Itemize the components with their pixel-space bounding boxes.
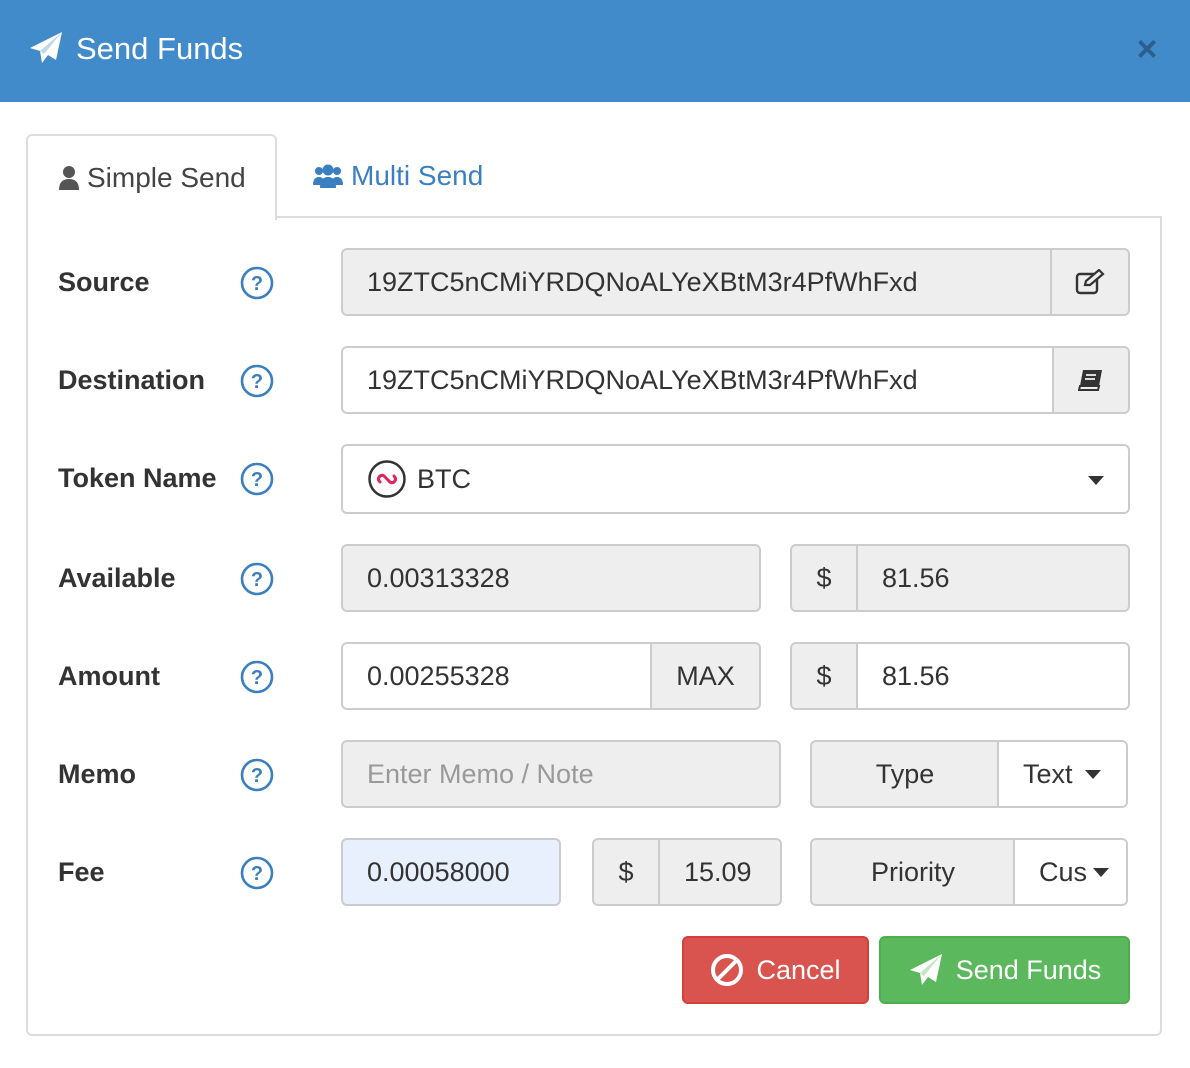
destination-address-input[interactable]: 19ZTC5nCMiYRDQNoALYeXBtM3r4PfWhFxd [341,346,1055,414]
user-icon [59,166,79,190]
svg-text:?: ? [251,371,263,393]
svg-text:?: ? [251,863,263,885]
fee-priority-addon: Priority [810,838,1016,906]
available-balance-value: 0.00313328 [367,562,510,593]
token-value: BTC [417,463,471,494]
cancel-label: Cancel [756,954,841,985]
fee-value: 0.00058000 [367,856,510,887]
destination-address-value: 19ZTC5nCMiYRDQNoALYeXBtM3r4PfWhFxd [367,364,918,395]
send-funds-button[interactable]: Send Funds [879,936,1130,1004]
fee-usd-value: 15.09 [684,856,752,887]
memo-type-addon: Type [810,740,1000,808]
token-select[interactable]: BTC [341,444,1130,514]
fee-usd-field: 15.09 [658,838,782,906]
svg-text:?: ? [251,273,263,295]
chevron-down-icon [1084,769,1101,779]
svg-text:?: ? [251,569,263,591]
address-book-button[interactable] [1052,346,1130,414]
memo-type-dropdown[interactable]: Text [997,740,1128,808]
memo-type-value: Text [1023,758,1073,789]
destination-label: Destination [58,365,206,395]
modal-header: Send Funds × [0,0,1190,102]
help-icon[interactable]: ? [240,266,274,300]
fee-priority-value: Cus [1039,856,1088,887]
source-address-value: 19ZTC5nCMiYRDQNoALYeXBtM3r4PfWhFxd [367,266,918,297]
dollar-sign: $ [618,856,634,887]
amount-value: 0.00255328 [367,660,510,691]
dollar-sign: $ [816,562,832,593]
dollar-sign: $ [816,660,832,691]
ban-icon [711,954,744,986]
available-usd-value: 81.56 [882,562,950,593]
memo-label: Memo [58,759,137,789]
help-icon[interactable]: ? [240,758,274,792]
tab-label: Simple Send [87,162,246,193]
svg-text:?: ? [251,765,263,787]
chevron-down-icon [1093,867,1110,877]
amount-usd-value: 81.56 [882,660,950,691]
tab-label: Multi Send [351,160,484,191]
cancel-button[interactable]: Cancel [682,936,869,1004]
fee-label: Fee [58,857,105,887]
available-usd-field: 81.56 [856,544,1130,612]
source-address-field[interactable]: 19ZTC5nCMiYRDQNoALYeXBtM3r4PfWhFxd [341,248,1053,316]
tab-simple-send[interactable]: Simple Send [26,134,277,220]
available-balance-field: 0.00313328 [341,544,761,612]
amount-usd-input[interactable]: 81.56 [856,642,1130,710]
help-icon[interactable]: ? [240,364,274,398]
tab-multi-send[interactable]: Multi Send [313,134,483,218]
max-label: MAX [676,660,735,691]
currency-addon: $ [592,838,660,906]
amount-label: Amount [58,661,160,691]
currency-addon: $ [790,642,858,710]
source-label: Source [58,267,150,297]
amount-input[interactable]: 0.00255328 [341,642,652,710]
currency-addon: $ [790,544,858,612]
paper-plane-icon [30,32,62,63]
memo-type-label: Type [875,758,935,789]
svg-text:?: ? [251,667,263,689]
svg-text:?: ? [251,469,263,491]
users-icon [313,164,343,188]
help-icon[interactable]: ? [240,562,274,596]
edit-source-button[interactable] [1050,248,1130,316]
fee-priority-dropdown[interactable]: Cus [1013,838,1128,906]
close-button[interactable]: × [1132,31,1162,67]
memo-input[interactable]: Enter Memo / Note [341,740,781,808]
paper-plane-icon [909,954,942,985]
modal-title: Send Funds [76,31,244,66]
token-logo-icon [368,460,406,498]
max-button[interactable]: MAX [650,642,761,710]
fee-input[interactable]: 0.00058000 [341,838,561,906]
help-icon[interactable]: ? [240,462,274,496]
help-icon[interactable]: ? [240,660,274,694]
chevron-down-icon [1088,476,1104,485]
edit-icon [1075,269,1105,295]
send-form-panel [26,216,1162,1036]
help-icon[interactable]: ? [240,856,274,890]
memo-placeholder: Enter Memo / Note [367,758,594,789]
token-name-label: Token Name [58,463,217,493]
fee-priority-label: Priority [870,856,955,887]
send-funds-label: Send Funds [955,954,1102,985]
address-book-icon [1078,370,1102,391]
available-label: Available [58,563,176,593]
